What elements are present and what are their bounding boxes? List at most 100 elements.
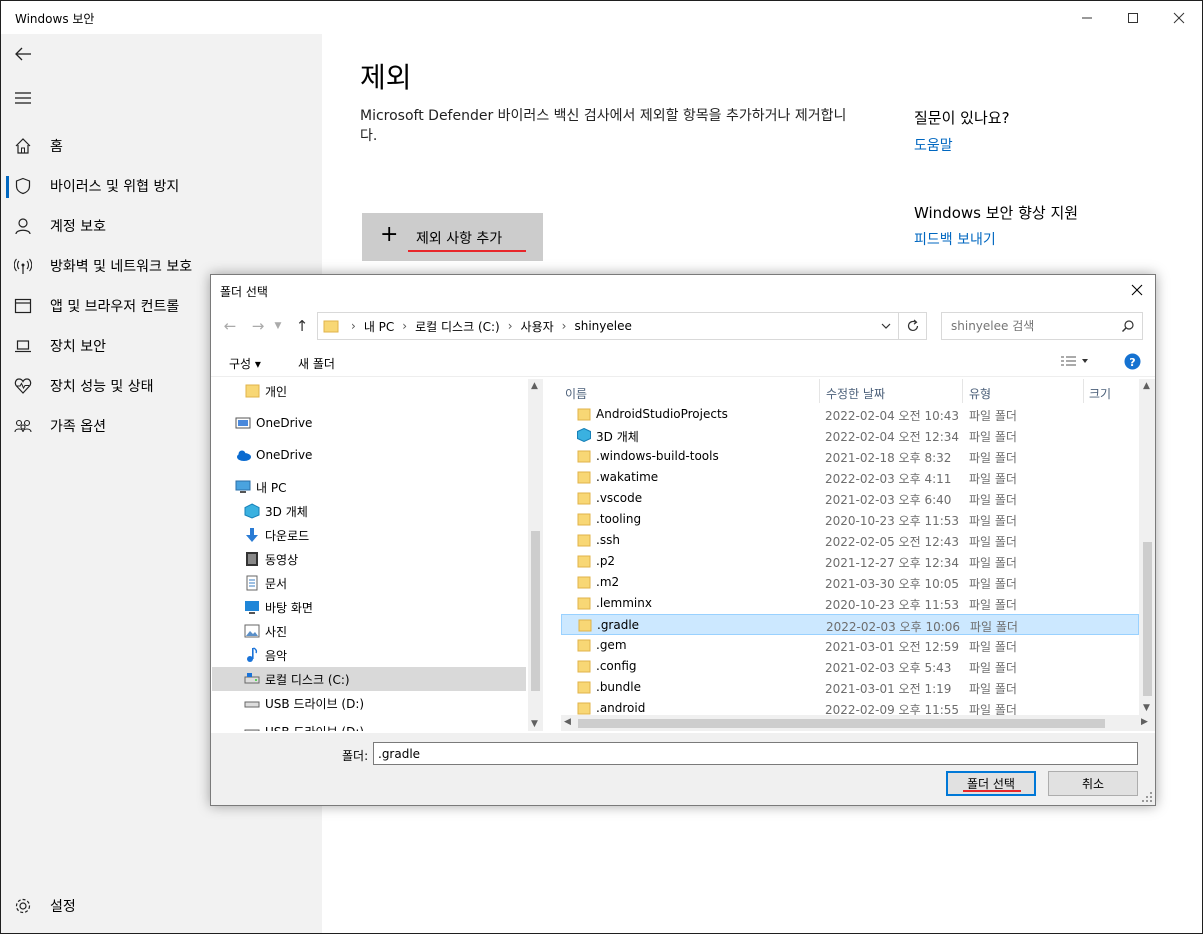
resize-grip-icon[interactable] xyxy=(1141,791,1153,803)
file-row[interactable]: .gem 2021-03-01 오전 12:59 파일 폴더 xyxy=(561,635,1139,656)
column-type[interactable]: 유형 xyxy=(969,385,991,402)
nav-back-button[interactable]: ← xyxy=(219,315,241,337)
file-row[interactable]: .lemminx 2020-10-23 오후 11:53 파일 폴더 xyxy=(561,593,1139,614)
tree-item[interactable]: 개인 xyxy=(212,379,526,403)
scrollbar-thumb[interactable] xyxy=(578,719,1105,728)
tree-item[interactable]: 사진 xyxy=(212,619,526,643)
heart-icon xyxy=(13,376,33,396)
file-row[interactable]: 3D 개체 2022-02-04 오전 12:34 파일 폴더 xyxy=(561,425,1139,446)
hamburger-menu-button[interactable] xyxy=(11,86,35,110)
close-button[interactable] xyxy=(1156,1,1202,34)
maximize-button[interactable] xyxy=(1110,1,1156,34)
scroll-right-icon[interactable]: ▶ xyxy=(1141,717,1148,727)
file-row[interactable]: .m2 2021-03-30 오후 10:05 파일 폴더 xyxy=(561,572,1139,593)
file-row[interactable]: .bundle 2021-03-01 오전 1:19 파일 폴더 xyxy=(561,677,1139,698)
nav-up-button[interactable]: ↑ xyxy=(291,315,313,337)
sidebar-item-settings[interactable]: 설정 xyxy=(1,886,322,926)
sidebar-item-home[interactable]: 홈 xyxy=(1,126,322,166)
column-separator[interactable] xyxy=(819,379,820,403)
column-modified[interactable]: 수정한 날짜 xyxy=(826,385,885,402)
minimize-button[interactable] xyxy=(1064,1,1110,34)
help-link[interactable]: 도움말 xyxy=(914,135,953,155)
tree-item[interactable]: USB 드라이브 (D:) xyxy=(212,719,526,731)
file-row[interactable]: .p2 2021-12-27 오후 12:34 파일 폴더 xyxy=(561,551,1139,572)
scroll-up-icon[interactable]: ▲ xyxy=(531,381,538,391)
add-exclusion-label: 제외 사항 추가 xyxy=(416,231,503,247)
annotation-underline xyxy=(408,250,526,252)
file-row[interactable]: .windows-build-tools 2021-02-18 오후 8:32 파일… xyxy=(561,446,1139,467)
file-row[interactable]: .ssh 2022-02-05 오전 12:43 파일 폴더 xyxy=(561,530,1139,551)
breadcrumb-local-disk[interactable]: 로컬 디스크 (C:) xyxy=(415,318,500,335)
tree-label: 다운로드 xyxy=(265,528,310,543)
file-type: 파일 폴더 xyxy=(969,661,1017,675)
file-date: 2021-03-01 오전 1:19 xyxy=(825,682,952,696)
column-size[interactable]: 크기 xyxy=(1089,385,1111,402)
folder-icon xyxy=(577,450,591,463)
scroll-down-icon[interactable]: ▼ xyxy=(1143,703,1150,713)
column-name[interactable]: 이름 xyxy=(565,385,587,402)
cancel-button[interactable]: 취소 xyxy=(1048,771,1138,796)
file-date: 2021-02-03 오후 5:43 xyxy=(825,661,952,675)
file-list-scrollbar[interactable]: ▲ ▼ xyxy=(1139,379,1155,715)
tree-label: 문서 xyxy=(265,576,288,591)
sidebar-item-label: 가족 옵션 xyxy=(50,419,106,435)
breadcrumb-users[interactable]: 사용자 xyxy=(521,318,554,335)
back-button[interactable] xyxy=(11,42,35,66)
tree-item[interactable]: 바탕 화면 xyxy=(212,595,526,619)
chevron-down-icon[interactable] xyxy=(880,319,892,333)
nav-pane-scrollbar[interactable]: ▲ ▼ xyxy=(528,379,543,731)
usb-drive-icon xyxy=(244,701,260,708)
refresh-button[interactable] xyxy=(899,312,927,340)
sidebar-item-account[interactable]: 계정 보호 xyxy=(1,206,322,246)
file-row[interactable]: .vscode 2021-02-03 오후 6:40 파일 폴더 xyxy=(561,488,1139,509)
file-row[interactable]: .wakatime 2022-02-03 오후 4:11 파일 폴더 xyxy=(561,467,1139,488)
file-list: 이름 ⌄ 수정한 날짜 유형 크기 AndroidStudioProjects 2… xyxy=(561,379,1155,731)
tree-item[interactable]: 내 PC xyxy=(212,475,526,499)
breadcrumb-user-folder[interactable]: shinyelee xyxy=(574,319,631,333)
sidebar-item-virus-protection[interactable]: 바이러스 및 위협 방지 xyxy=(1,166,322,206)
tree-item[interactable]: USB 드라이브 (D:) xyxy=(212,691,526,715)
new-folder-button[interactable]: 새 폴더 xyxy=(298,355,335,372)
tree-item[interactable]: OneDrive xyxy=(212,443,526,467)
help-button[interactable]: ? xyxy=(1124,353,1141,373)
organize-menu[interactable]: 구성 ▾ xyxy=(229,355,261,372)
scroll-down-icon[interactable]: ▼ xyxy=(531,719,538,729)
sort-chevron-icon: ⌄ xyxy=(683,379,691,382)
nav-forward-button[interactable]: → xyxy=(247,315,269,337)
scrollbar-thumb[interactable] xyxy=(531,531,540,691)
scrollbar-thumb[interactable] xyxy=(1143,542,1152,696)
recent-locations-button[interactable]: ▼ xyxy=(271,315,285,337)
file-row[interactable]: .tooling 2020-10-23 오후 11:53 파일 폴더 xyxy=(561,509,1139,530)
scroll-left-icon[interactable]: ◀ xyxy=(564,717,571,727)
feedback-link[interactable]: 피드백 보내기 xyxy=(914,229,996,249)
folder-icon xyxy=(577,534,591,547)
search-box[interactable] xyxy=(941,312,1143,340)
file-row-selected[interactable]: .gradle 2022-02-03 오후 10:06 파일 폴더 xyxy=(561,614,1139,635)
column-separator[interactable] xyxy=(962,379,963,403)
tree-item[interactable]: 음악 xyxy=(212,643,526,667)
select-folder-button[interactable]: 폴더 선택 xyxy=(946,771,1036,796)
dialog-close-button[interactable] xyxy=(1125,279,1149,301)
tree-item[interactable]: 문서 xyxy=(212,571,526,595)
file-list-horizontal-scrollbar[interactable]: ◀ ▶ xyxy=(561,715,1155,731)
tree-item-selected[interactable]: 로컬 디스크 (C:) xyxy=(212,667,526,691)
tree-item[interactable]: 동영상 xyxy=(212,547,526,571)
breadcrumb-my-pc[interactable]: 내 PC xyxy=(364,318,394,335)
file-type: 파일 폴더 xyxy=(969,598,1017,612)
address-bar[interactable]: › 내 PC › 로컬 디스크 (C:) › 사용자 › shinyelee xyxy=(317,312,899,340)
tree-item[interactable]: 다운로드 xyxy=(212,523,526,547)
page-description: Microsoft Defender 바이러스 백신 검사에서 제외할 항목을 … xyxy=(360,108,847,144)
scroll-up-icon[interactable]: ▲ xyxy=(1143,381,1150,391)
help-icon: ? xyxy=(1124,353,1141,370)
column-separator[interactable] xyxy=(1083,379,1084,403)
search-icon xyxy=(1122,320,1134,332)
tree-label: OneDrive xyxy=(256,416,313,430)
folder-name-input[interactable] xyxy=(373,742,1138,765)
tree-item[interactable]: OneDrive xyxy=(212,411,526,435)
tree-item[interactable]: 3D 개체 xyxy=(212,499,526,523)
view-options-button[interactable] xyxy=(1060,353,1090,372)
file-row[interactable]: .config 2021-02-03 오후 5:43 파일 폴더 xyxy=(561,656,1139,677)
search-input[interactable] xyxy=(942,313,1112,339)
add-exclusion-button[interactable]: + 제외 사항 추가 xyxy=(362,213,543,261)
file-row[interactable]: AndroidStudioProjects 2022-02-04 오전 10:43… xyxy=(561,404,1139,425)
